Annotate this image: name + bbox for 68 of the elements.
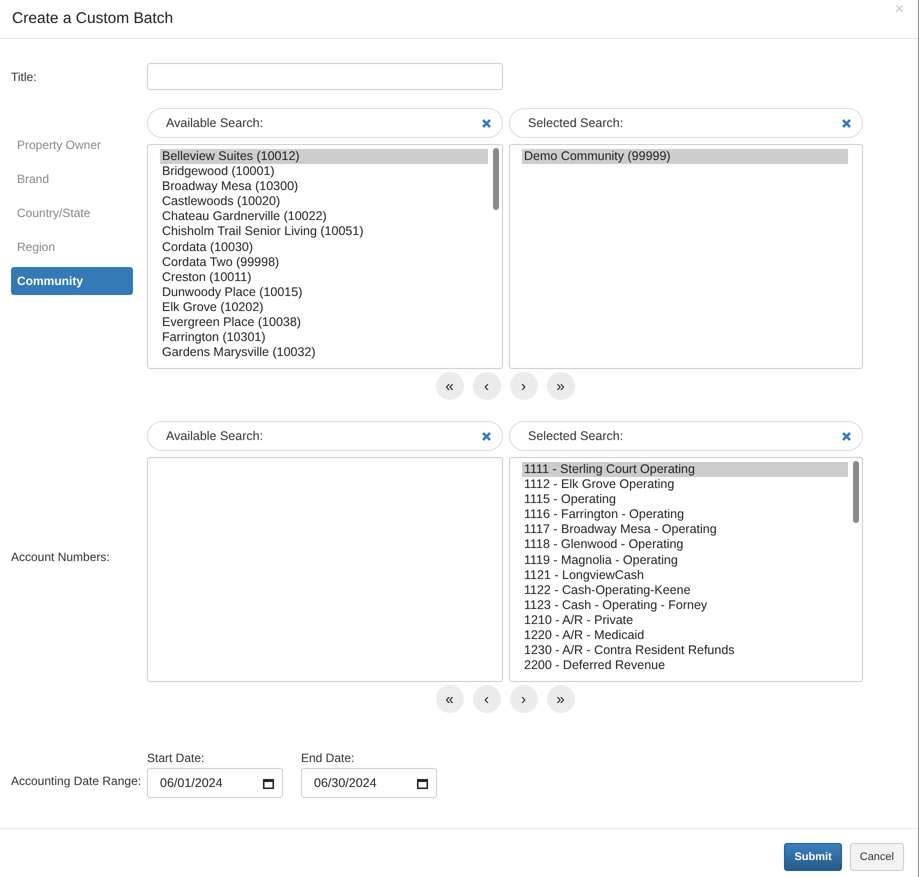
list-option[interactable]: Belleview Suites (10012)	[160, 149, 488, 164]
field-label: Account Numbers:	[11, 550, 110, 564]
date-field[interactable]: 06/01/2024	[147, 768, 283, 798]
list-box[interactable]: Demo Community (99999)	[509, 144, 863, 369]
list-option[interactable]: Chateau Gardnerville (10022)	[160, 209, 488, 224]
move-button[interactable]: ‹	[472, 372, 500, 400]
move-button[interactable]: »	[546, 372, 574, 400]
list-option[interactable]: 1122 - Cash-Operating-Keene	[522, 582, 848, 598]
calendar-icon[interactable]	[263, 778, 274, 788]
list-option[interactable]: 2200 - Deferred Revenue	[522, 658, 848, 674]
move-button[interactable]: ›	[510, 685, 538, 713]
move-button[interactable]: ›	[510, 372, 538, 400]
list-option[interactable]: Bridgewood (10001)	[160, 164, 488, 180]
move-button[interactable]: ‹	[472, 685, 500, 713]
title-field[interactable]	[147, 63, 503, 90]
date-field[interactable]: 06/30/2024	[301, 768, 437, 798]
list-option[interactable]: 1111 - Sterling Court Operating	[522, 462, 848, 478]
scrollbar[interactable]	[853, 461, 859, 523]
list-option[interactable]: 1119 - Magnolia - Operating	[522, 552, 848, 568]
list-option[interactable]: Evergreen Place (10038)	[160, 315, 488, 330]
clear-icon[interactable]	[482, 119, 491, 128]
list-option[interactable]: 1220 - A/R - Medicaid	[522, 628, 848, 644]
dialog-title: Create a Custom Batch	[12, 10, 174, 28]
search-field[interactable]: Selected Search:	[509, 108, 863, 138]
list-option[interactable]: Elk Grove (10202)	[160, 300, 488, 316]
list-option[interactable]: Dunwoody Place (10015)	[160, 284, 488, 300]
field-label: End Date:	[301, 751, 356, 765]
list-option[interactable]: 1230 - A/R - Contra Resident Refunds	[522, 643, 848, 658]
list-option[interactable]: 1112 - Elk Grove Operating	[522, 477, 848, 492]
clear-icon[interactable]	[842, 432, 851, 441]
list-option[interactable]: Broadway Mesa (10300)	[160, 179, 488, 194]
search-field[interactable]: Available Search:	[147, 421, 503, 451]
list-option[interactable]: 1210 - A/R - Private	[522, 612, 848, 628]
filter-tab[interactable]: Property Owner	[11, 131, 133, 159]
list-option[interactable]: Castlewoods (10020)	[160, 194, 488, 210]
search-field[interactable]: Available Search:	[147, 108, 503, 138]
field-label: Title:	[11, 70, 37, 84]
clear-icon[interactable]	[842, 119, 851, 128]
filter-tab[interactable]: Brand	[11, 165, 133, 193]
move-button[interactable]: «	[436, 685, 464, 713]
move-button[interactable]: »	[546, 685, 574, 713]
calendar-icon[interactable]	[417, 778, 428, 788]
field-label: Start Date:	[147, 751, 206, 765]
list-option[interactable]: Demo Community (99999)	[522, 149, 848, 164]
move-button[interactable]: «	[436, 372, 464, 400]
list-option[interactable]: Gardens Marysville (10032)	[160, 345, 488, 360]
list-option[interactable]: 1118 - Glenwood - Operating	[522, 537, 848, 553]
field-label: Accounting Date Range:	[11, 774, 142, 788]
list-option[interactable]: 1117 - Broadway Mesa - Operating	[522, 522, 848, 538]
search-field[interactable]: Selected Search:	[509, 421, 863, 451]
scrollbar[interactable]	[493, 148, 499, 210]
list-option[interactable]: 1115 - Operating	[522, 492, 848, 508]
list-option[interactable]: Creston (10011)	[160, 270, 488, 285]
list-option[interactable]: Cordata Two (99998)	[160, 254, 488, 270]
filter-tab[interactable]: Region	[11, 233, 133, 261]
clear-icon[interactable]	[482, 432, 491, 441]
filter-tab[interactable]: Country/State	[11, 199, 133, 227]
list-box[interactable]	[147, 144, 503, 369]
list-box[interactable]	[509, 457, 863, 682]
submit-button[interactable]: Submit	[784, 843, 842, 871]
list-option[interactable]: Farrington (10301)	[160, 330, 488, 346]
cancel-button[interactable]: Cancel	[850, 843, 904, 871]
list-option[interactable]: 1121 - LongviewCash	[522, 568, 848, 583]
list-option[interactable]: 1116 - Farrington - Operating	[522, 507, 848, 522]
list-option[interactable]: Chisholm Trail Senior Living (10051)	[160, 224, 488, 240]
list-option[interactable]: Cordata (10030)	[160, 240, 488, 255]
list-option[interactable]: 1123 - Cash - Operating - Forney	[522, 598, 848, 613]
filter-tab[interactable]: Community	[11, 267, 133, 295]
